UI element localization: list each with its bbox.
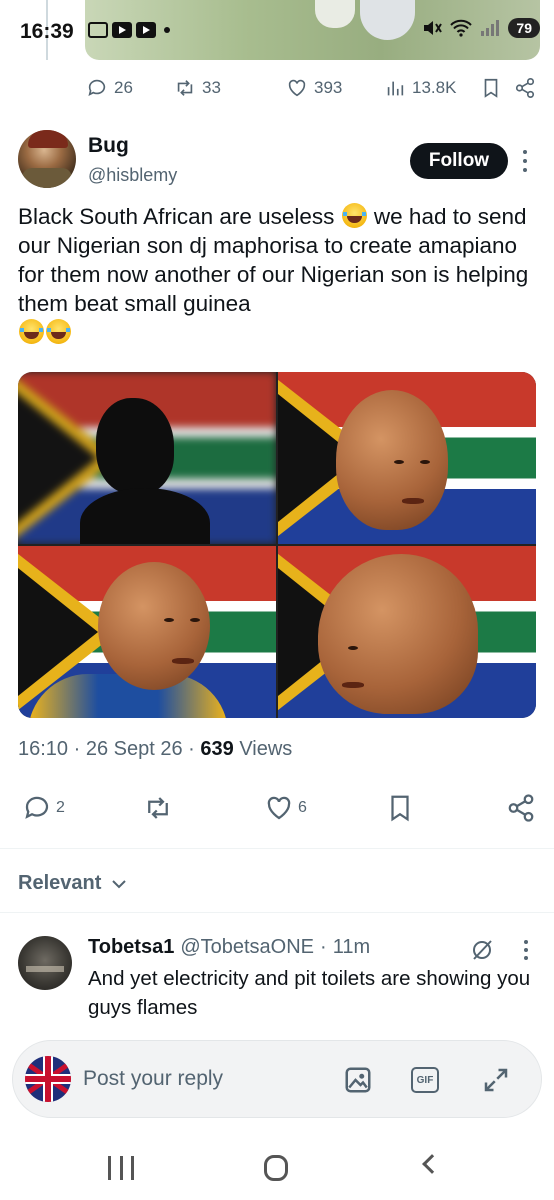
back-icon[interactable] (422, 1154, 442, 1174)
tweet-views-label: Views (239, 738, 293, 760)
share-icon (508, 794, 534, 822)
like-count: 6 (298, 799, 307, 816)
reply-button[interactable]: 26 (86, 77, 174, 99)
views-button[interactable]: 13.8K (384, 77, 480, 99)
like-button[interactable]: 393 (286, 77, 384, 99)
bookmark-icon (391, 795, 409, 822)
reply-text: And yet electricity and pit toilets are … (88, 967, 531, 1019)
reply-count: 2 (56, 799, 65, 816)
reply-input[interactable] (83, 1063, 323, 1095)
tweet-views-count: 639 (200, 738, 234, 760)
tweet-more-options-icon[interactable] (519, 150, 531, 172)
like-button[interactable]: 6 (264, 793, 324, 823)
reply-count: 26 (114, 78, 133, 97)
bookmark-icon (484, 78, 498, 98)
youtube-icon (136, 22, 156, 38)
status-system-icons: 79 (422, 18, 540, 38)
reply-button[interactable]: 2 (22, 793, 82, 823)
tweet-text: Black South African are useless we had t… (18, 202, 543, 347)
repost-icon (148, 797, 168, 819)
reply-header: Tobetsa1 @TobetsaONE · 11m (88, 936, 370, 959)
tweet-timestamp: 16:10 · 26 Sept 26 · 639 Views (18, 738, 293, 760)
reply-icon (25, 796, 49, 819)
repost-button[interactable] (143, 793, 203, 823)
section-divider (0, 912, 554, 913)
mute-icon (424, 21, 443, 35)
author-avatar[interactable] (18, 130, 76, 188)
tweet-media-image[interactable] (18, 372, 536, 718)
status-bar: 16:39 79 (0, 0, 554, 60)
joy-emoji-icon (341, 203, 367, 228)
section-divider (0, 848, 554, 849)
notification-dot-icon (164, 27, 170, 33)
status-time: 16:39 (20, 20, 74, 43)
joy-emoji-icon (19, 319, 44, 344)
bookmark-button[interactable] (480, 77, 514, 99)
repost-count: 33 (202, 78, 221, 97)
expand-icon[interactable] (481, 1065, 511, 1095)
like-count: 393 (314, 78, 343, 97)
home-icon[interactable] (264, 1155, 288, 1181)
media-panel-silhouette (18, 372, 276, 544)
parent-tweet-actions: 26 33 393 13.8K (86, 74, 546, 102)
tweet-text-part1: Black South African are useless (18, 204, 341, 229)
share-icon (515, 78, 535, 98)
youtube-icon (112, 22, 132, 38)
reply-sort-label: Relevant (18, 872, 102, 894)
repost-button[interactable]: 33 (174, 77, 286, 99)
media-panel-face-1 (278, 372, 536, 544)
screenshot-icon (88, 22, 108, 38)
share-button[interactable] (514, 77, 536, 99)
status-notification-icons (88, 22, 170, 38)
wifi-icon (450, 19, 473, 37)
reply-dot-separator: · (320, 936, 327, 958)
reply-more-options-icon[interactable] (520, 940, 532, 960)
bookmark-button[interactable] (385, 793, 445, 823)
current-user-avatar (25, 1056, 71, 1102)
media-panel-face-3 (278, 546, 536, 718)
signal-icon (481, 20, 500, 36)
reply-sort-dropdown[interactable]: Relevant (18, 872, 127, 895)
heart-icon (267, 796, 291, 820)
recents-icon[interactable] (108, 1156, 134, 1180)
author-name[interactable]: Bug (88, 134, 129, 158)
share-button[interactable] (506, 793, 536, 823)
media-panel-face-2 (18, 546, 276, 718)
reply-author-handle[interactable]: @TobetsaONE (180, 936, 314, 959)
reply-author-avatar[interactable] (18, 936, 72, 990)
tweet-action-bar: 2 6 (22, 788, 536, 828)
follow-button[interactable]: Follow (410, 143, 508, 179)
heart-icon (288, 79, 306, 97)
reply-composer: GIF (12, 1040, 542, 1118)
image-icon[interactable] (343, 1065, 373, 1095)
chevron-down-icon (112, 879, 127, 888)
tweet-date: 26 Sept 26 (85, 738, 183, 760)
system-navigation-bar (0, 1140, 554, 1200)
reply-time: 11m (332, 936, 371, 958)
gif-button[interactable]: GIF (411, 1067, 439, 1093)
view-count: 13.8K (412, 78, 457, 97)
author-handle[interactable]: @hisblemy (88, 165, 177, 186)
repost-icon (177, 80, 193, 96)
tweet-time: 16:10 (18, 738, 69, 760)
views-chart-icon (387, 81, 404, 96)
joy-emoji-icon (46, 319, 71, 344)
battery-indicator: 79 (508, 18, 540, 38)
reply-icon (88, 79, 106, 96)
grok-icon[interactable] (470, 938, 494, 962)
reply-author-name[interactable]: Tobetsa1 (88, 936, 174, 959)
